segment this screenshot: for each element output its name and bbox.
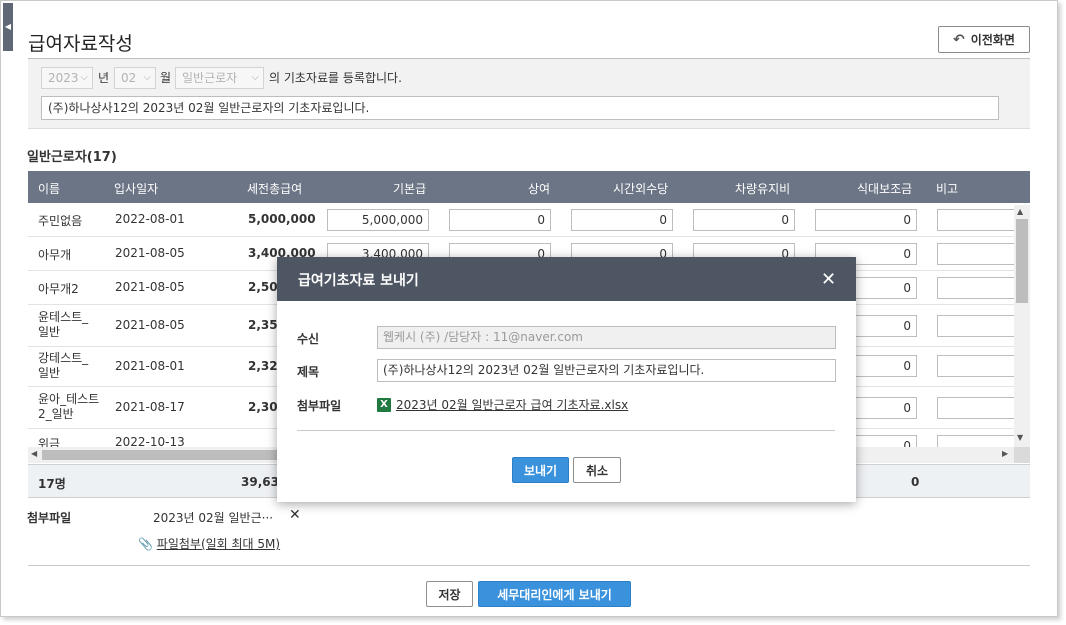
attachment-file-name: 2023년 02월 일반근··· [153,511,274,525]
employee-type-select[interactable]: 일반근로자 ⌵ [175,67,264,89]
col-note: 비고 [936,182,959,196]
month-select[interactable]: 02 ⌵ [114,67,156,89]
dialog-cancel-button[interactable]: 취소 [573,457,621,483]
scroll-up-icon[interactable]: ▲ [1017,207,1023,216]
recipient-field: 웹케시 (주) /담당자 : 11@naver.com [377,326,836,349]
chevron-down-icon: ⌵ [251,72,259,83]
horizontal-scroll-thumb[interactable] [42,450,282,460]
excel-file-icon: X [377,397,391,412]
year-suffix: 년 [98,71,110,85]
scroll-down-icon[interactable]: ▼ [1017,433,1023,442]
paperclip-icon: 📎 [138,537,153,551]
chevron-down-icon: ⌵ [80,72,88,83]
month-select-value: 02 [121,71,137,85]
cell-name: 윤테스트_일반 [38,310,89,339]
month-suffix: 월 [160,71,172,85]
subject-label: 제목 [297,365,320,379]
save-button[interactable]: 저장 [426,581,473,607]
note-input[interactable] [937,397,1015,419]
year-select[interactable]: 2023 ⌵ [41,67,93,89]
col-name: 이름 [38,182,61,196]
col-meal: 식대보조금 [857,182,913,196]
col-overtime: 시간외수당 [613,182,669,196]
note-input[interactable] [937,209,1015,231]
col-hire-date: 입사일자 [114,182,159,196]
overtime-input[interactable]: 0 [571,209,673,231]
cell-name: 위금 [38,437,61,447]
send-to-accountant-button[interactable]: 세무대리인에게 보내기 [478,581,631,607]
table-header: 이름 입사일자 세전총급여 기본급 상여 시간외수당 차량유지비 식대보조금 비… [28,171,1030,203]
note-input[interactable] [937,277,1015,299]
chevron-left-icon: ◀ [4,22,12,31]
subject-field[interactable]: (주)하나상사12의 2023년 02월 일반근로자의 기초자료입니다. [377,359,836,382]
condition-panel: 2023 ⌵ 년 02 ⌵ 월 일반근로자 ⌵ 의 기초자료를 등록합니다. (… [28,59,1030,129]
dialog-attachment-file-name: 2023년 02월 일반근로자 급여 기초자료.xlsx [396,398,629,412]
car-allowance-input[interactable]: 0 [693,209,795,231]
cell-name: 아무개 [38,248,72,262]
col-bonus: 상여 [528,182,551,196]
section-title: 일반근로자(17) [27,150,117,165]
footer-meal-total: 0 [911,475,920,489]
cell-gross: 5,000,000 [248,212,316,226]
back-button-label: 이전화면 [970,33,1015,47]
vertical-scrollbar[interactable]: ▲ ▼ [1014,205,1030,447]
cell-hire-date: 2022-10-13 [115,435,185,447]
cell-hire-date: 2021-08-05 [115,246,185,260]
recipient-label: 수신 [297,332,320,346]
bonus-input[interactable]: 0 [449,209,551,231]
note-input[interactable] [937,355,1015,377]
condition-sentence: 의 기초자료를 등록합니다. [269,71,402,85]
base-pay-input[interactable]: 5,000,000 [327,209,429,231]
memo-input[interactable]: (주)하나상사12의 2023년 02월 일반근로자의 기초자료입니다. [41,96,999,120]
dialog-attachment-file[interactable]: X 2023년 02월 일반근로자 급여 기초자료.xlsx [377,396,628,413]
add-attachment-link[interactable]: 📎 파일첨부(일회 최대 5M) [138,535,280,552]
scroll-corner [1014,447,1030,463]
page-title: 급여자료작성 [28,33,133,55]
cell-name: 강테스트_일반 [38,351,89,380]
employee-type-value: 일반근로자 [182,71,238,85]
dialog-title: 급여기초자료 보내기 [298,273,419,289]
note-input[interactable] [937,435,1015,447]
vertical-scroll-thumb[interactable] [1016,219,1028,303]
scroll-left-icon[interactable]: ◀ [31,449,37,458]
table-row: 주민없음 2022-08-01 5,000,000 5,000,000 0 0 … [28,203,1015,237]
cell-hire-date: 2022-08-01 [115,212,185,226]
close-icon[interactable]: ✕ [821,269,836,290]
scroll-right-icon[interactable]: ▶ [1002,449,1008,458]
send-dialog: 급여기초자료 보내기 ✕ 수신 웹케시 (주) /담당자 : 11@naver.… [277,257,856,502]
cell-hire-date: 2021-08-17 [115,400,185,414]
footer-count: 17명 [38,477,66,491]
cell-name: 윤아_테스트2_일반 [38,392,100,421]
col-gross: 세전총급여 [247,182,303,196]
dialog-header: 급여기초자료 보내기 ✕ [277,257,856,301]
bottom-divider [28,565,1030,566]
meal-allowance-input[interactable]: 0 [815,209,917,231]
cell-name: 아무개2 [38,282,79,296]
dialog-attachment-label: 첨부파일 [297,399,342,413]
collapse-sidebar-handle[interactable]: ◀ [3,3,13,51]
back-arrow-icon: ↶ [953,31,965,48]
chevron-down-icon: ⌵ [143,72,151,83]
attachment-label: 첨부파일 [27,511,72,525]
cell-name: 주민없음 [38,214,83,228]
col-car: 차량유지비 [735,182,791,196]
note-input[interactable] [937,315,1015,337]
year-select-value: 2023 [48,71,79,85]
back-button[interactable]: ↶ 이전화면 [938,26,1030,53]
add-attachment-label: 파일첨부(일회 최대 5M) [156,537,281,551]
dialog-send-button[interactable]: 보내기 [512,457,569,483]
cell-hire-date: 2021-08-05 [115,318,185,332]
note-input[interactable] [937,243,1015,265]
cell-hire-date: 2021-08-05 [115,280,185,294]
col-base: 기본급 [393,182,427,196]
remove-attachment-icon[interactable]: ✕ [289,507,301,523]
cell-hire-date: 2021-08-01 [115,359,185,373]
dialog-divider [297,430,835,431]
